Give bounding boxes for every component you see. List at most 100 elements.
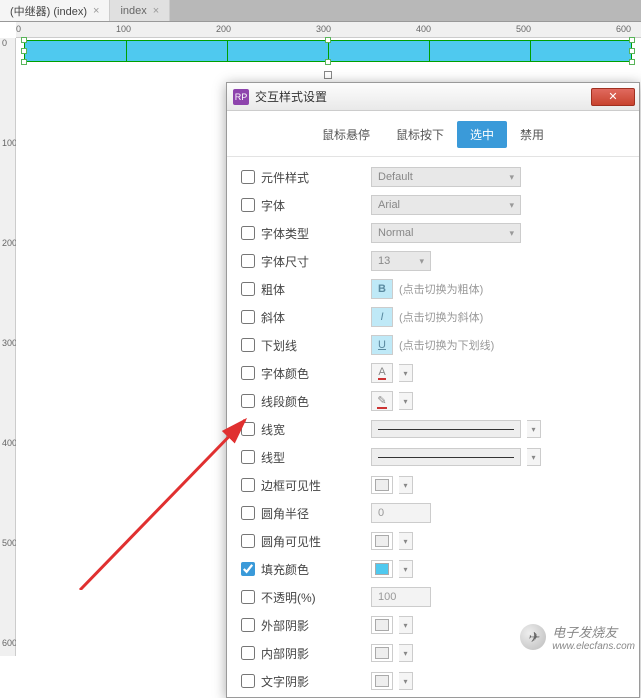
corner-visibility-button[interactable] — [371, 532, 393, 550]
italic-toggle[interactable]: I — [371, 307, 393, 327]
bold-toggle[interactable]: B — [371, 279, 393, 299]
close-button[interactable]: ✕ — [591, 88, 635, 106]
row-line-style: 线型 ▾ — [241, 443, 625, 471]
row-opacity: 不透明(%) 100 — [241, 583, 625, 611]
chevron-down-icon: ▾ — [509, 228, 514, 239]
tab-hover[interactable]: 鼠标悬停 — [309, 121, 383, 148]
chevron-down-icon[interactable]: ▾ — [399, 532, 413, 550]
enable-checkbox[interactable] — [241, 170, 255, 184]
connector-point[interactable] — [324, 71, 332, 79]
border-visibility-button[interactable] — [371, 476, 393, 494]
fill-color-swatch[interactable] — [371, 560, 393, 578]
line-width-dropdown[interactable] — [371, 420, 521, 438]
prop-label: 元件样式 — [261, 169, 371, 186]
dialog-titlebar[interactable]: RP 交互样式设置 ✕ — [227, 83, 639, 111]
resize-handle[interactable] — [629, 48, 635, 54]
ruler-tick: 300 — [316, 24, 331, 34]
font-type-dropdown[interactable]: Normal▾ — [371, 223, 521, 243]
prop-label: 圆角半径 — [261, 505, 371, 522]
selected-widget[interactable] — [24, 40, 632, 62]
enable-checkbox[interactable] — [241, 310, 255, 324]
resize-handle[interactable] — [21, 59, 27, 65]
chevron-down-icon[interactable]: ▾ — [399, 476, 413, 494]
chevron-down-icon[interactable]: ▾ — [399, 364, 413, 382]
chevron-down-icon[interactable]: ▾ — [399, 644, 413, 662]
text-shadow-button[interactable] — [371, 672, 393, 690]
line-style-dropdown[interactable] — [371, 448, 521, 466]
chevron-down-icon[interactable]: ▾ — [527, 448, 541, 466]
ruler-tick: 100 — [116, 24, 131, 34]
chevron-down-icon[interactable]: ▾ — [399, 616, 413, 634]
outer-shadow-button[interactable] — [371, 616, 393, 634]
enable-checkbox[interactable] — [241, 506, 255, 520]
font-size-dropdown[interactable]: 13▾ — [371, 251, 431, 271]
opacity-input[interactable]: 100 — [371, 587, 431, 607]
enable-checkbox[interactable] — [241, 590, 255, 604]
close-icon[interactable]: × — [93, 5, 99, 17]
chevron-down-icon[interactable]: ▾ — [399, 560, 413, 578]
enable-checkbox[interactable] — [241, 282, 255, 296]
prop-label: 字体尺寸 — [261, 253, 371, 270]
resize-handle[interactable] — [325, 37, 331, 43]
row-bold: 粗体 B(点击切换为粗体) — [241, 275, 625, 303]
chevron-down-icon[interactable]: ▾ — [399, 672, 413, 690]
ruler-tick: 500 — [2, 538, 17, 548]
enable-checkbox[interactable] — [241, 394, 255, 408]
prop-label: 线段颜色 — [261, 393, 371, 410]
tab-disabled[interactable]: 禁用 — [507, 121, 557, 148]
enable-checkbox[interactable] — [241, 226, 255, 240]
tab-repeater-index[interactable]: (中继器) (index) × — [0, 0, 110, 21]
enable-checkbox[interactable] — [241, 254, 255, 268]
prop-label: 外部阴影 — [261, 617, 371, 634]
row-font-color: 字体颜色 A ▾ — [241, 359, 625, 387]
enable-checkbox[interactable] — [241, 646, 255, 660]
enable-checkbox[interactable] — [241, 534, 255, 548]
corner-radius-input[interactable]: 0 — [371, 503, 431, 523]
row-widget-style: 元件样式 Default▾ — [241, 163, 625, 191]
enable-checkbox[interactable] — [241, 366, 255, 380]
watermark-url: www.elecfans.com — [552, 641, 635, 652]
row-fill-color: 填充颜色 ▾ — [241, 555, 625, 583]
ruler-tick: 0 — [16, 24, 21, 34]
widget-style-dropdown[interactable]: Default▾ — [371, 167, 521, 187]
prop-label: 字体颜色 — [261, 365, 371, 382]
watermark: ✈ 电子发烧友 www.elecfans.com — [520, 622, 635, 652]
tab-label: index — [120, 5, 146, 17]
tab-index[interactable]: index × — [110, 0, 170, 21]
line-color-button[interactable]: ✎ — [371, 391, 393, 411]
font-color-button[interactable]: A — [371, 363, 393, 383]
close-icon: ✕ — [608, 90, 617, 103]
dialog-body: 元件样式 Default▾ 字体 Arial▾ 字体类型 Normal▾ 字体尺… — [227, 157, 639, 697]
resize-handle[interactable] — [21, 48, 27, 54]
enable-checkbox[interactable] — [241, 618, 255, 632]
enable-checkbox[interactable] — [241, 674, 255, 688]
chevron-down-icon[interactable]: ▾ — [399, 392, 413, 410]
dialog-title: 交互样式设置 — [255, 88, 591, 105]
resize-handle[interactable] — [629, 59, 635, 65]
inner-shadow-button[interactable] — [371, 644, 393, 662]
ruler-tick: 400 — [2, 438, 17, 448]
font-dropdown[interactable]: Arial▾ — [371, 195, 521, 215]
hint-text: (点击切换为斜体) — [399, 309, 483, 325]
row-corner-radius: 圆角半径 0 — [241, 499, 625, 527]
tab-selected[interactable]: 选中 — [457, 121, 507, 148]
row-corner-visibility: 圆角可见性 ▾ — [241, 527, 625, 555]
close-icon[interactable]: × — [153, 5, 159, 17]
tab-mousedown[interactable]: 鼠标按下 — [383, 121, 457, 148]
enable-checkbox[interactable] — [241, 450, 255, 464]
underline-toggle[interactable]: U — [371, 335, 393, 355]
chevron-down-icon[interactable]: ▾ — [527, 420, 541, 438]
resize-handle[interactable] — [325, 59, 331, 65]
enable-checkbox[interactable] — [241, 478, 255, 492]
enable-checkbox[interactable] — [241, 562, 255, 576]
enable-checkbox[interactable] — [241, 422, 255, 436]
resize-handle[interactable] — [629, 37, 635, 43]
resize-handle[interactable] — [21, 37, 27, 43]
tab-label: (中继器) (index) — [10, 3, 87, 19]
row-font: 字体 Arial▾ — [241, 191, 625, 219]
enable-checkbox[interactable] — [241, 338, 255, 352]
ruler-vertical: 0 100 200 300 400 500 600 — [0, 38, 16, 656]
prop-label: 圆角可见性 — [261, 533, 371, 550]
prop-label: 下划线 — [261, 337, 371, 354]
enable-checkbox[interactable] — [241, 198, 255, 212]
